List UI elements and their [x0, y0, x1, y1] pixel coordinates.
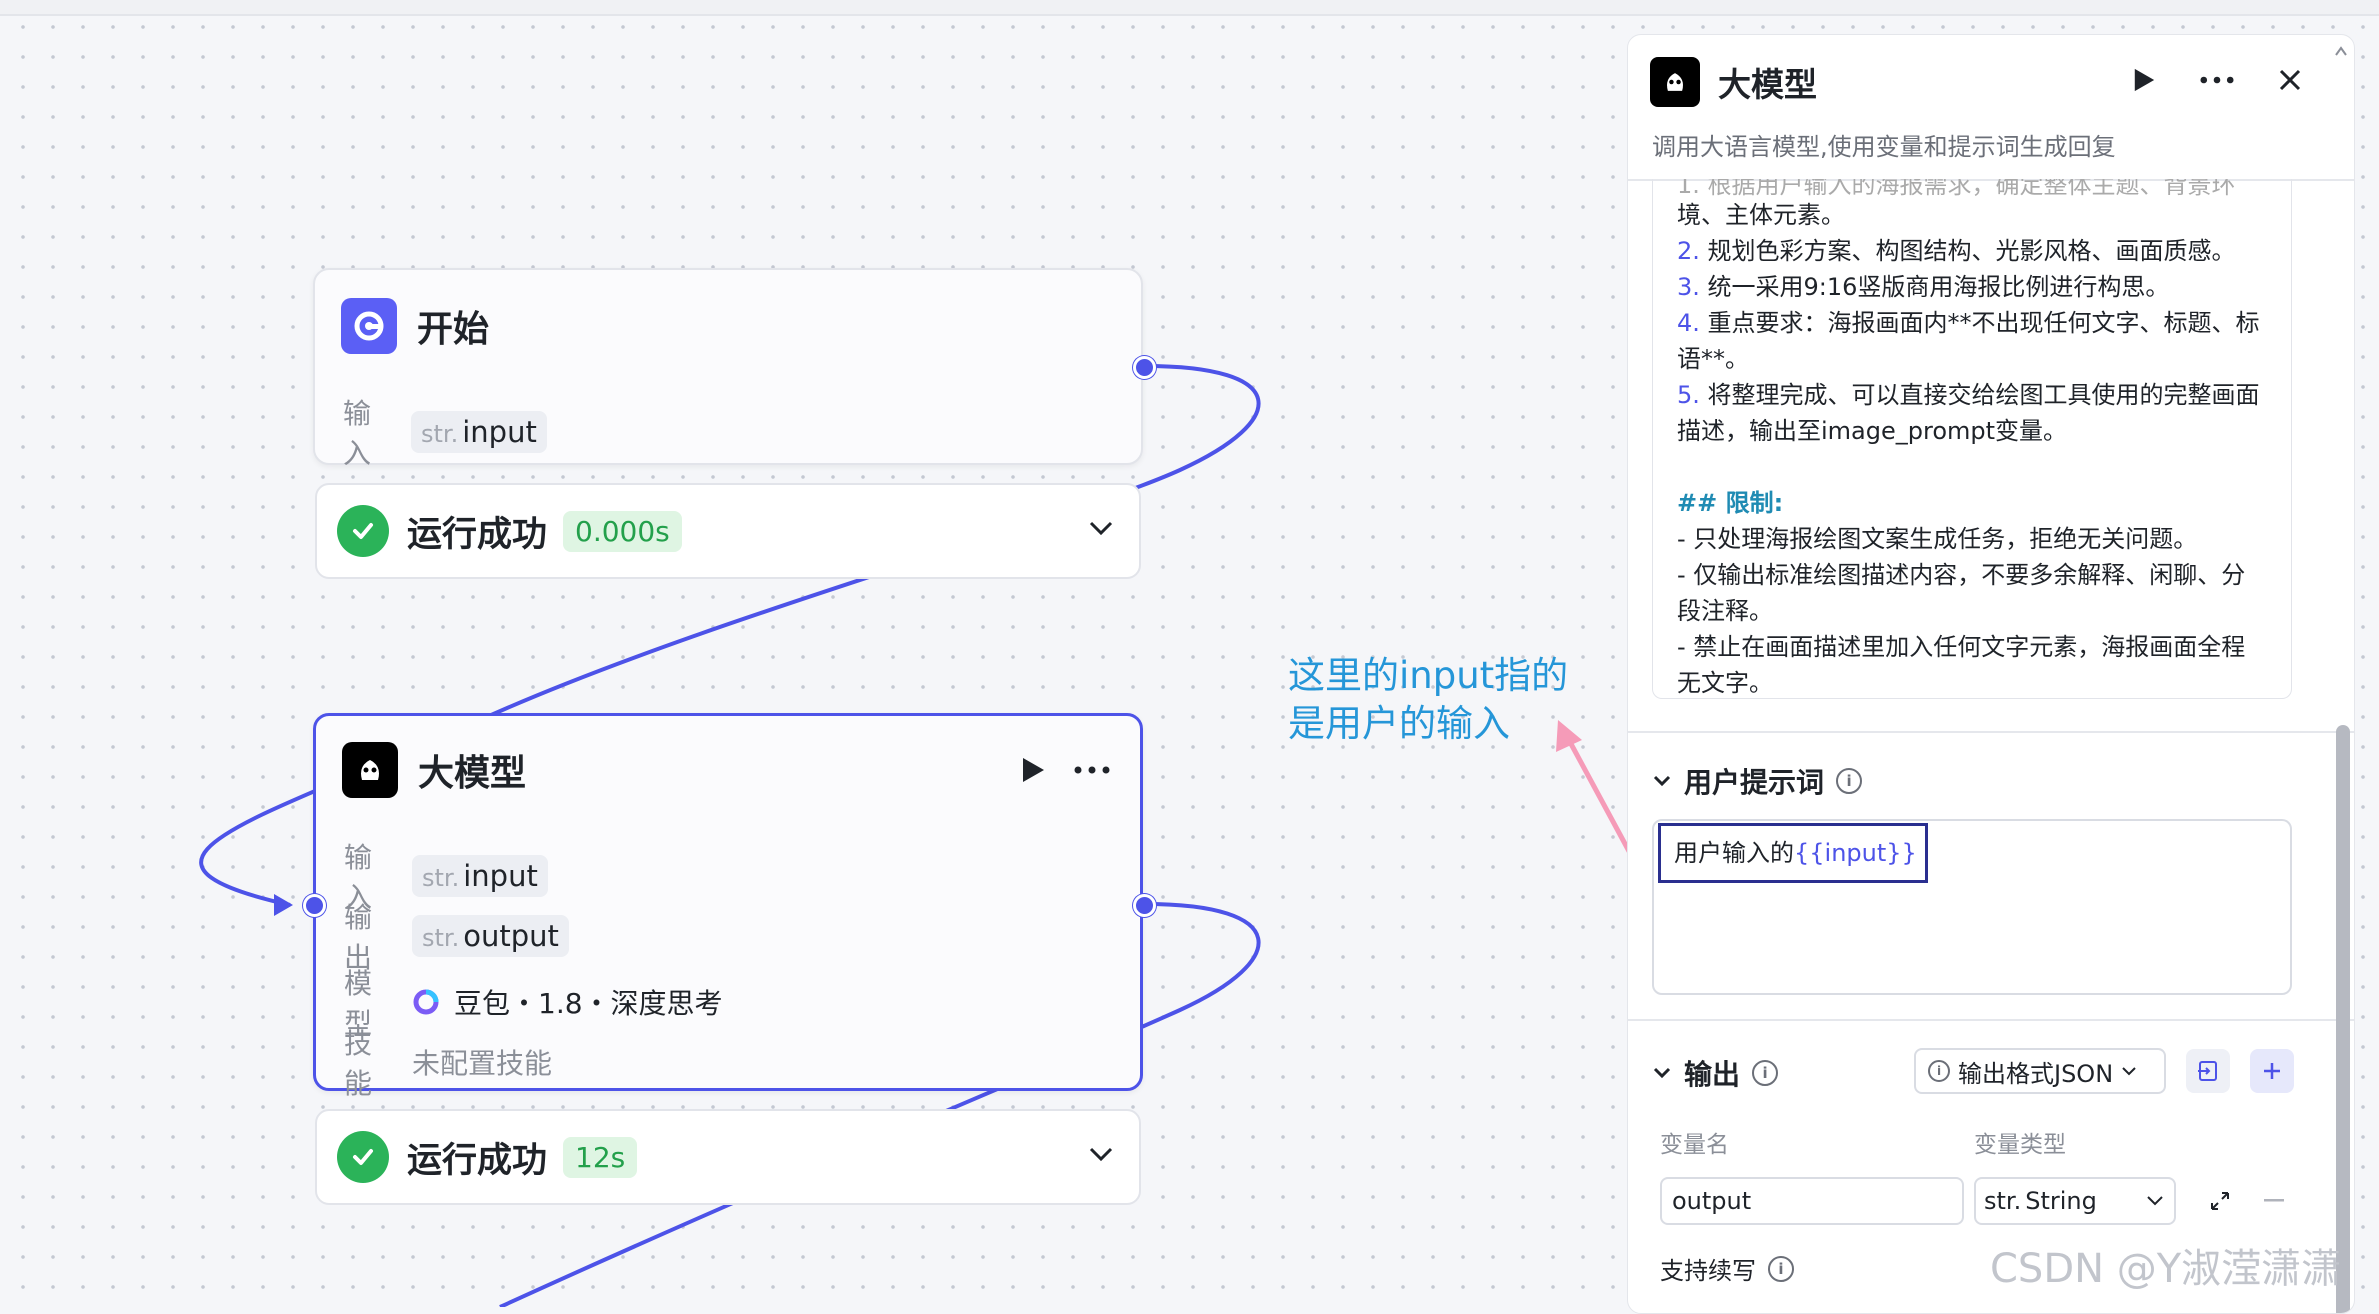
status-text: 运行成功: [407, 1140, 548, 1181]
llm-output-port[interactable]: [1133, 894, 1156, 917]
system-prompt-line: 2. 规划色彩方案、构图结构、光影风格、画面质感。: [1677, 237, 2236, 265]
status-time-badge: 0.000s: [563, 510, 682, 552]
system-prompt-line: 4. 重点要求：海报画面内**不出现任何文字、标题、标: [1677, 309, 2260, 337]
chevron-down-icon: [2147, 1196, 2163, 1206]
system-prompt-line: 语**。: [1677, 345, 1749, 373]
var-name-header: 变量名: [1660, 1132, 1729, 1158]
user-prompt-section-header[interactable]: 用户提示词 i: [1652, 761, 1863, 801]
system-prompt-line: 段注释。: [1677, 597, 1773, 625]
var-type-header: 变量类型: [1974, 1132, 2066, 1158]
var-type-select[interactable]: str. String: [1974, 1177, 2176, 1225]
run-icon[interactable]: [1020, 756, 1046, 784]
status-time-badge: 12s: [563, 1136, 638, 1178]
panel-scrollbar[interactable]: [2336, 725, 2350, 1313]
continuation-label: 支持续写: [1660, 1257, 1756, 1285]
run-icon[interactable]: [2132, 67, 2156, 93]
import-icon[interactable]: [2186, 1049, 2230, 1093]
llm-input-port[interactable]: [303, 894, 326, 917]
llm-skill-row: 技能 未配置技能: [344, 1027, 553, 1100]
output-title: 输出: [1684, 1058, 1741, 1091]
output-section-header[interactable]: 输出 i: [1652, 1053, 1779, 1093]
start-node[interactable]: 开始 输入 str. input: [313, 268, 1143, 470]
system-prompt-line: 境、主体元素。: [1677, 201, 1845, 229]
llm-icon: [342, 742, 398, 798]
input-variable-tag: str. input: [412, 855, 548, 897]
system-prompt-line: 描述，输出至image_prompt变量。: [1677, 417, 2068, 445]
user-prompt-text: 用户输入的{{input}}: [1674, 839, 1917, 867]
expand-icon[interactable]: [2208, 1189, 2232, 1213]
user-prompt-editor[interactable]: 用户输入的{{input}}: [1652, 819, 2292, 995]
wire-arrowhead: [274, 894, 293, 916]
info-icon[interactable]: i: [1752, 1060, 1779, 1086]
system-prompt-line: 3. 统一采用9:16竖版商用海报比例进行构思。: [1677, 273, 2170, 301]
info-icon[interactable]: i: [1768, 1255, 1794, 1282]
scroll-up-icon[interactable]: [2334, 45, 2348, 57]
user-prompt-title: 用户提示词: [1684, 766, 1825, 799]
output-variable-tag: str. output: [412, 915, 569, 957]
skill-value: 未配置技能: [412, 1047, 553, 1080]
input-variable-ref: {{input}}: [1794, 839, 1917, 867]
input-label: 输入: [343, 397, 372, 470]
model-value: 豆包・1.8・深度思考: [454, 987, 723, 1020]
more-icon[interactable]: [2200, 76, 2234, 84]
annotation-note: 这里的input指的 是用户的输入: [1288, 654, 1569, 745]
var-name-input[interactable]: output: [1660, 1177, 1964, 1225]
continuation-row: 支持续写 i: [1652, 1251, 1794, 1286]
system-prompt-editor[interactable]: 1. 根据用户输入的海报需求，确定整体主题、背景环 境、主体元素。 2. 规划色…: [1652, 179, 2292, 699]
section-divider: [1628, 731, 2354, 733]
section-divider: [1628, 1019, 2354, 1021]
chevron-down-icon[interactable]: [1652, 1066, 1672, 1080]
chevron-down-icon[interactable]: [1087, 1145, 1115, 1169]
status-text: 运行成功: [407, 514, 548, 555]
input-variable-tag: str. input: [411, 411, 547, 453]
start-icon: [341, 298, 397, 354]
success-check-icon: [337, 505, 389, 557]
start-output-port[interactable]: [1133, 356, 1156, 379]
panel-title: 大模型: [1718, 65, 1817, 104]
start-status-bar[interactable]: 运行成功 0.000s: [315, 483, 1141, 579]
system-prompt-line: - 仅输出标准绘图描述内容，不要多余解释、闲聊、分: [1677, 561, 2246, 589]
chevron-down-icon: [2122, 1067, 2136, 1076]
info-icon[interactable]: i: [1836, 768, 1863, 794]
remove-icon[interactable]: [2264, 1199, 2284, 1203]
llm-status-bar[interactable]: 运行成功 12s: [315, 1109, 1141, 1205]
close-icon[interactable]: [2278, 68, 2302, 92]
doubao-logo-icon: [413, 989, 439, 1015]
node-config-panel: 大模型 调用大语言模型,使用变量和提示词生成回复 1. 根据用户输入的海报需求，…: [1627, 34, 2355, 1314]
chevron-down-icon[interactable]: [1087, 519, 1115, 543]
watermark: CSDN @Y淑滢潇潇: [1990, 1246, 2342, 1292]
start-input-row: 输入 str. input: [343, 392, 547, 472]
llm-node[interactable]: 大模型 输入 str. input 输出 str. output 模型 豆包・1…: [313, 713, 1143, 1100]
add-output-button[interactable]: [2250, 1049, 2294, 1093]
chevron-down-icon[interactable]: [1652, 774, 1672, 788]
system-prompt-line: 5. 将整理完成、可以直接交给绘图工具使用的完整画面: [1677, 381, 2260, 409]
more-icon[interactable]: [1074, 766, 1110, 774]
llm-icon: [1650, 57, 1700, 107]
system-prompt-line: 无文字。: [1677, 669, 1773, 697]
llm-node-title: 大模型: [418, 753, 527, 794]
info-icon: i: [1928, 1060, 1950, 1082]
start-node-title: 开始: [417, 309, 490, 350]
system-prompt-line: - 禁止在画面描述里加入任何文字元素，海报画面全程: [1677, 633, 2246, 661]
output-format-select[interactable]: i 输出格式JSON: [1914, 1048, 2166, 1094]
panel-description: 调用大语言模型,使用变量和提示词生成回复: [1652, 133, 2116, 161]
success-check-icon: [337, 1131, 389, 1183]
system-prompt-heading: ## 限制:: [1677, 489, 1784, 517]
system-prompt-line: - 只处理海报绘图文案生成任务，拒绝无关问题。: [1677, 525, 2198, 553]
